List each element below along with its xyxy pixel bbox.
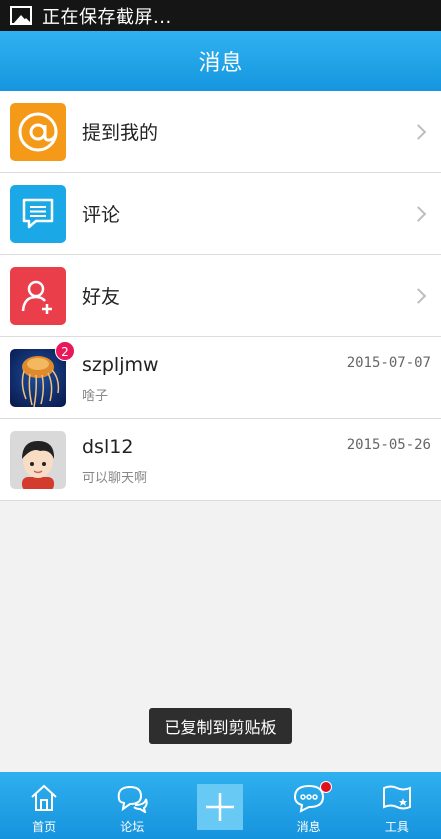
avatar: 2 <box>10 340 75 407</box>
bottom-tab-bar: 首页 论坛 消息 工具 <box>0 772 441 839</box>
cartoon-boy-avatar-icon <box>10 430 66 489</box>
menu-item-comments[interactable]: 评论 <box>0 173 441 255</box>
add-post-button[interactable] <box>176 772 264 839</box>
menu-item-label: 评论 <box>82 204 121 226</box>
app-header: 消息 <box>0 31 441 91</box>
menu-item-mentions[interactable]: 提到我的 <box>0 91 441 173</box>
tab-home[interactable]: 首页 <box>0 772 88 839</box>
chevron-right-icon <box>410 123 427 140</box>
message-preview: 可以聊天啊 <box>82 470 148 486</box>
menu-item-friends[interactable]: 好友 <box>0 255 441 337</box>
image-icon <box>10 6 32 25</box>
chevron-right-icon <box>410 287 427 304</box>
tab-label: 工具 <box>384 820 409 834</box>
unread-badge: 2 <box>55 340 75 361</box>
menu-item-label: 提到我的 <box>82 122 159 144</box>
tab-forum[interactable]: 论坛 <box>88 772 176 839</box>
status-text: 正在保存截屏... <box>42 6 172 28</box>
chat-bubbles-icon <box>115 782 149 814</box>
plus-icon <box>197 783 244 830</box>
message-preview: 啥子 <box>82 388 109 404</box>
conversation-item[interactable]: 2 szpljmw 啥子 2015-07-07 <box>0 337 441 419</box>
tab-label: 论坛 <box>120 820 145 834</box>
message-date: 2015-05-26 <box>346 437 431 453</box>
chevron-right-icon <box>410 205 427 222</box>
notification-dot <box>319 781 332 793</box>
message-date: 2015-07-07 <box>346 355 431 371</box>
add-friend-icon <box>10 266 66 325</box>
tab-label: 首页 <box>32 820 57 834</box>
tab-label: 消息 <box>296 820 321 834</box>
flag-toolbox-icon <box>380 782 414 814</box>
avatar <box>10 430 66 489</box>
comment-icon <box>10 184 66 243</box>
home-icon <box>27 782 61 814</box>
conversation-item[interactable]: dsl12 可以聊天啊 2015-05-26 <box>0 419 441 501</box>
menu-item-label: 好友 <box>82 286 121 308</box>
tab-tools[interactable]: 工具 <box>353 772 441 839</box>
page-title: 消息 <box>198 51 243 76</box>
toast-text: 已复制到剪贴板 <box>164 718 277 737</box>
toast-message: 已复制到剪贴板 <box>149 708 292 744</box>
at-icon <box>10 102 66 161</box>
status-bar: 正在保存截屏... <box>0 0 441 31</box>
message-list: 提到我的 评论 好友 2 szpljmw 啥子 2015-07-07 dsl12… <box>0 91 441 501</box>
tab-messages[interactable]: 消息 <box>265 772 353 839</box>
